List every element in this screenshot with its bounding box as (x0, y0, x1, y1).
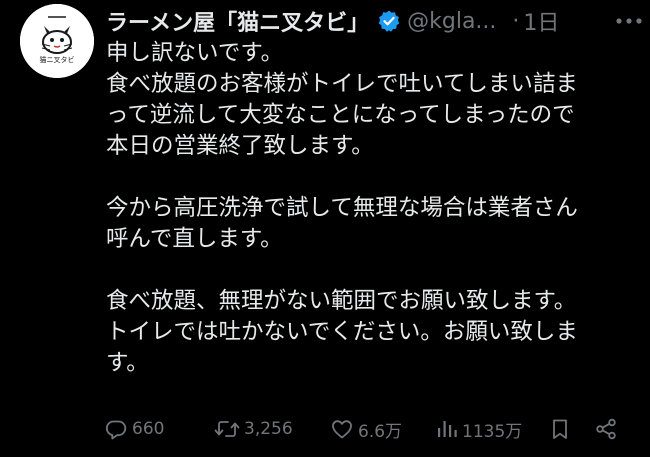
tweet-header: ラーメン屋「猫ニ叉タビ」 @kgla... · 1日 (106, 4, 646, 38)
tweet-text-line: 今から高圧洗浄で試して無理な場合は業者さん (106, 195, 578, 221)
tweet-text-line: 食べ放題、無理がない範囲でお願い致します。 (106, 288, 577, 314)
display-name[interactable]: ラーメン屋「猫ニ叉タビ」 (106, 5, 369, 37)
views-button[interactable]: 1135万 (436, 414, 522, 444)
like-count: 6.6万 (358, 421, 403, 442)
views-icon (438, 421, 457, 437)
retweet-button[interactable]: 3,256 (214, 414, 293, 444)
like-button[interactable]: 6.6万 (330, 414, 402, 444)
share-icon (596, 418, 616, 440)
tweet-text-line: す。 (106, 350, 149, 376)
heart-icon (332, 420, 352, 439)
verified-badge-icon (378, 10, 400, 32)
tweet-text-line: 本日の営業終了致します。 (106, 133, 374, 159)
tweet-timestamp[interactable]: 1日 (523, 5, 559, 37)
bookmark-icon (553, 419, 567, 439)
tweet: 猫ニ叉タビ ラーメン屋「猫ニ叉タビ」 @kgla... · 1日 申し訳ないです… (0, 0, 650, 457)
bookmark-button[interactable] (548, 414, 572, 444)
reply-count: 660 (132, 419, 165, 439)
cat-logo-icon: 猫ニ叉タビ (20, 4, 94, 78)
avatar[interactable]: 猫ニ叉タビ (20, 4, 94, 78)
user-handle[interactable]: @kgla... (407, 9, 496, 34)
more-options-icon[interactable] (614, 14, 644, 28)
tweet-text-line: トイレでは吐かないでください。お願い致しま (106, 319, 578, 345)
tweet-text-line: 食べ放題のお客様がトイレで吐いてしまい詰ま (106, 71, 578, 97)
reply-icon (105, 420, 127, 440)
action-bar: 660 3,256 6.6万 1135万 (104, 414, 624, 444)
share-button[interactable] (594, 414, 618, 444)
header-separator: · (512, 8, 520, 34)
tweet-text-line: 申し訳ないです。 (106, 40, 284, 66)
views-count: 1135万 (462, 421, 523, 442)
tweet-text-line: 呼んで直します。 (106, 226, 283, 252)
reply-button[interactable]: 660 (104, 414, 164, 444)
retweet-count: 3,256 (244, 419, 293, 439)
tweet-text-line: って逆流して大変なことになってしまったので (106, 102, 575, 128)
tweet-body: 申し訳ないです。 食べ放題のお客様がトイレで吐いてしまい詰ま って逆流して大変な… (106, 38, 626, 379)
retweet-icon (214, 421, 240, 437)
svg-text:猫ニ叉タビ: 猫ニ叉タビ (40, 55, 75, 64)
